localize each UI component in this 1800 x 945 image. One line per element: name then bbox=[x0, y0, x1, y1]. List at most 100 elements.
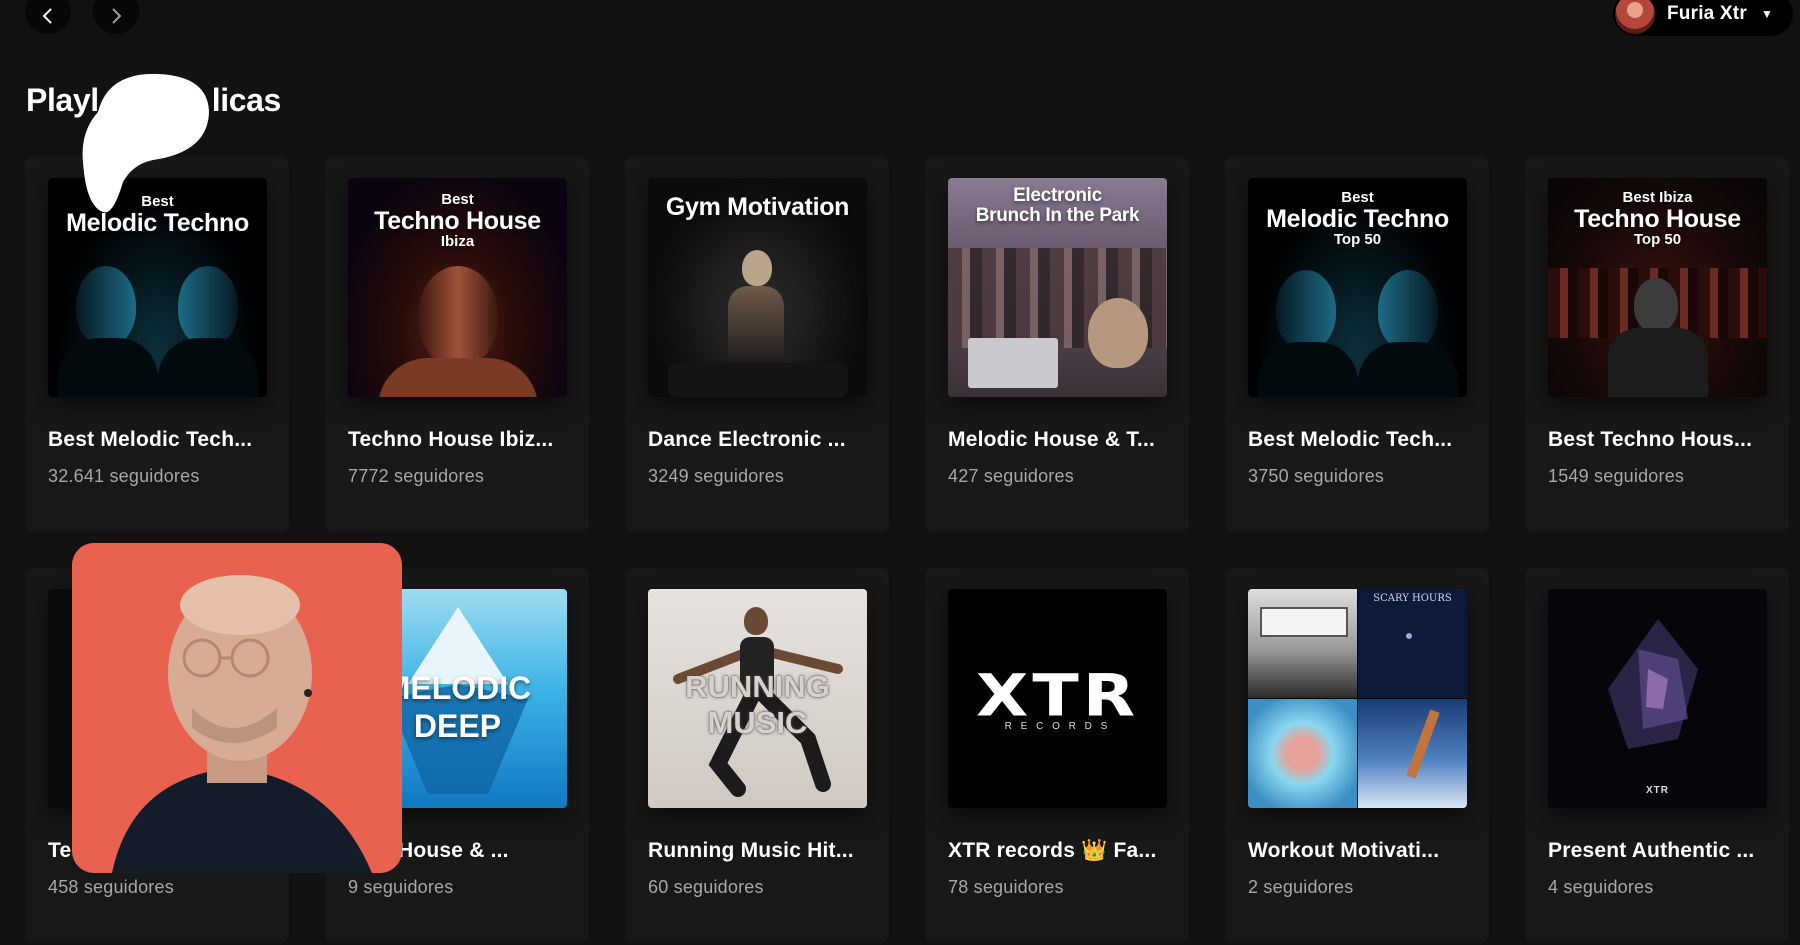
shoulder-shape bbox=[378, 358, 538, 397]
playlist-followers: 1549 seguidores bbox=[1548, 466, 1685, 486]
body-shape bbox=[728, 286, 784, 366]
playlist-cover: Best Ibiza Techno House Top 50 bbox=[1548, 178, 1767, 397]
cover-title: Best Ibiza Techno House Top 50 bbox=[1548, 190, 1767, 248]
playlist-followers: 78 seguidores bbox=[948, 877, 1064, 897]
person-illustration bbox=[112, 575, 372, 873]
playlist-followers: 7772 seguidores bbox=[348, 466, 485, 486]
chevron-left-icon bbox=[42, 8, 52, 24]
playlist-cover: Electronic Brunch In the Park bbox=[948, 178, 1167, 397]
playlist-cover: Best Techno House Ibiza bbox=[348, 178, 567, 397]
playlist-followers: 3249 seguidores bbox=[648, 466, 785, 486]
shoulder-shape bbox=[58, 338, 158, 397]
playlist-followers: 4 seguidores bbox=[1548, 877, 1654, 897]
playlist-title: Techno House Ibiz... bbox=[348, 428, 554, 451]
face-shape bbox=[178, 266, 238, 346]
playlist-title: Best Melodic Tech... bbox=[1248, 428, 1453, 451]
playlist-cover: RUNNING MUSIC bbox=[648, 589, 867, 808]
cover-big-text: Techno House bbox=[1574, 204, 1741, 233]
playlist-followers: 3750 seguidores bbox=[1248, 466, 1385, 486]
cover-title: RUNNING MUSIC bbox=[648, 669, 867, 740]
playlist-card[interactable]: SCARY HOURS Workout Motivati... 2 seguid… bbox=[1225, 568, 1489, 943]
cover-title: Best Techno House Ibiza bbox=[348, 192, 567, 250]
cover-tile bbox=[1358, 699, 1467, 808]
cover-big-text: Gym Motivation bbox=[665, 193, 850, 221]
cover-small-text: Best Ibiza bbox=[1622, 189, 1693, 206]
playlist-followers: 427 seguidores bbox=[948, 466, 1074, 486]
face-shape bbox=[418, 266, 498, 366]
abstract-art bbox=[1608, 619, 1698, 749]
cover-tile bbox=[1248, 589, 1357, 698]
back-button[interactable] bbox=[25, 0, 71, 34]
section-title-end: licas bbox=[211, 82, 282, 118]
redaction-blob bbox=[82, 73, 209, 213]
chevron-right-icon bbox=[112, 8, 122, 24]
face-shape bbox=[1378, 270, 1438, 350]
caret-down-icon: ▼ bbox=[1760, 7, 1773, 21]
shoulder-shape bbox=[158, 338, 258, 397]
playlist-card[interactable]: RUNNING MUSIC Running Music Hit... 60 se… bbox=[625, 568, 889, 943]
presenter-photo bbox=[72, 543, 402, 873]
playlist-card[interactable]: Best Melodic Techno Top 50 Best Melodic … bbox=[1225, 157, 1489, 532]
playlist-title: Present Authentic ... bbox=[1548, 839, 1755, 862]
cover-tile: SCARY HOURS bbox=[1358, 589, 1467, 698]
playlist-title: Dance Electronic ... bbox=[648, 428, 846, 451]
cover-small-text: Best bbox=[441, 191, 474, 208]
avatar bbox=[1615, 0, 1655, 34]
playlist-cover: XTR R E C O R D S bbox=[948, 589, 1167, 808]
playlist-card[interactable]: Gym Motivation Dance Electronic ... 3249… bbox=[625, 157, 889, 532]
playlist-title: Melodic House & T... bbox=[948, 428, 1156, 451]
playlist-card[interactable]: Electronic Brunch In the Park Melodic Ho… bbox=[925, 157, 1189, 532]
records-label: R E C O R D S bbox=[1004, 721, 1111, 732]
cover-small-text: Best bbox=[1341, 189, 1374, 206]
face-shape bbox=[76, 266, 136, 346]
playlist-title: XTR records 👑 Fa... bbox=[948, 839, 1157, 862]
cover-line-text: RUNNING bbox=[685, 669, 830, 704]
playlist-cover: SCARY HOURS bbox=[1248, 589, 1467, 808]
playlist-card[interactable]: XTR R E C O R D S XTR records 👑 Fa... 78… bbox=[925, 568, 1189, 943]
shoulder-shape bbox=[1258, 342, 1358, 397]
playlist-title: Workout Motivati... bbox=[1248, 839, 1440, 862]
top-bar: Furia Xtr ▼ bbox=[0, 0, 1800, 44]
cover-big-text: Brunch In the Park bbox=[975, 204, 1140, 226]
cover-big-text: Melodic Techno bbox=[1266, 204, 1449, 233]
canopy-shape bbox=[1260, 607, 1348, 637]
face-shape bbox=[1634, 278, 1678, 332]
xtr-logo: XTR bbox=[975, 662, 1140, 731]
playlist-card[interactable]: XTR Present Authentic ... 4 seguidores bbox=[1525, 568, 1789, 943]
ladder-shape bbox=[1406, 709, 1440, 779]
shoulder-shape bbox=[1358, 342, 1458, 397]
playlist-cover: Best Melodic Techno Top 50 bbox=[1248, 178, 1467, 397]
cover-line-text: MUSIC bbox=[707, 704, 808, 740]
playlist-card[interactable]: Best Ibiza Techno House Top 50 Best Tech… bbox=[1525, 157, 1789, 532]
user-menu-button[interactable]: Furia Xtr ▼ bbox=[1613, 0, 1793, 36]
playlist-followers: 9 seguidores bbox=[348, 877, 454, 897]
playlist-followers: 2 seguidores bbox=[1248, 877, 1354, 897]
playlist-followers: 458 seguidores bbox=[48, 877, 174, 897]
cover-small-text: Top 50 bbox=[1333, 231, 1382, 248]
laptop-shape bbox=[968, 338, 1058, 388]
cover-title: Best Melodic Techno Top 50 bbox=[1248, 190, 1467, 248]
cover-small-text: Top 50 bbox=[1633, 231, 1682, 248]
playlist-card[interactable]: Best Techno House Ibiza Techno House Ibi… bbox=[325, 157, 589, 532]
playlist-cover: XTR bbox=[1548, 589, 1767, 808]
cover-title: Gym Motivation bbox=[648, 193, 867, 221]
cover-tile bbox=[1248, 699, 1357, 808]
face-shape bbox=[1088, 298, 1148, 368]
cover-title: Electronic Brunch In the Park bbox=[948, 186, 1167, 226]
body-shape bbox=[1608, 328, 1708, 397]
playlist-title: Best Melodic Tech... bbox=[48, 428, 253, 451]
xtr-logo: XTR bbox=[1646, 785, 1669, 796]
playlist-followers: 60 seguidores bbox=[648, 877, 764, 897]
face-shape bbox=[1276, 270, 1336, 350]
forward-button[interactable] bbox=[93, 0, 139, 34]
face-shape bbox=[742, 250, 772, 286]
tile-text: SCARY HOURS bbox=[1373, 593, 1452, 604]
playlist-title: Running Music Hit... bbox=[648, 839, 854, 862]
playlist-followers: 32.641 seguidores bbox=[48, 466, 200, 486]
cover-big-text: Electronic bbox=[1013, 185, 1102, 206]
playlist-title: Best Techno Hous... bbox=[1548, 428, 1753, 451]
cover-big-text: Techno House bbox=[374, 206, 541, 235]
equipment-shape bbox=[668, 363, 848, 397]
user-name: Furia Xtr bbox=[1667, 3, 1747, 24]
cover-small-text: Ibiza bbox=[440, 233, 475, 250]
